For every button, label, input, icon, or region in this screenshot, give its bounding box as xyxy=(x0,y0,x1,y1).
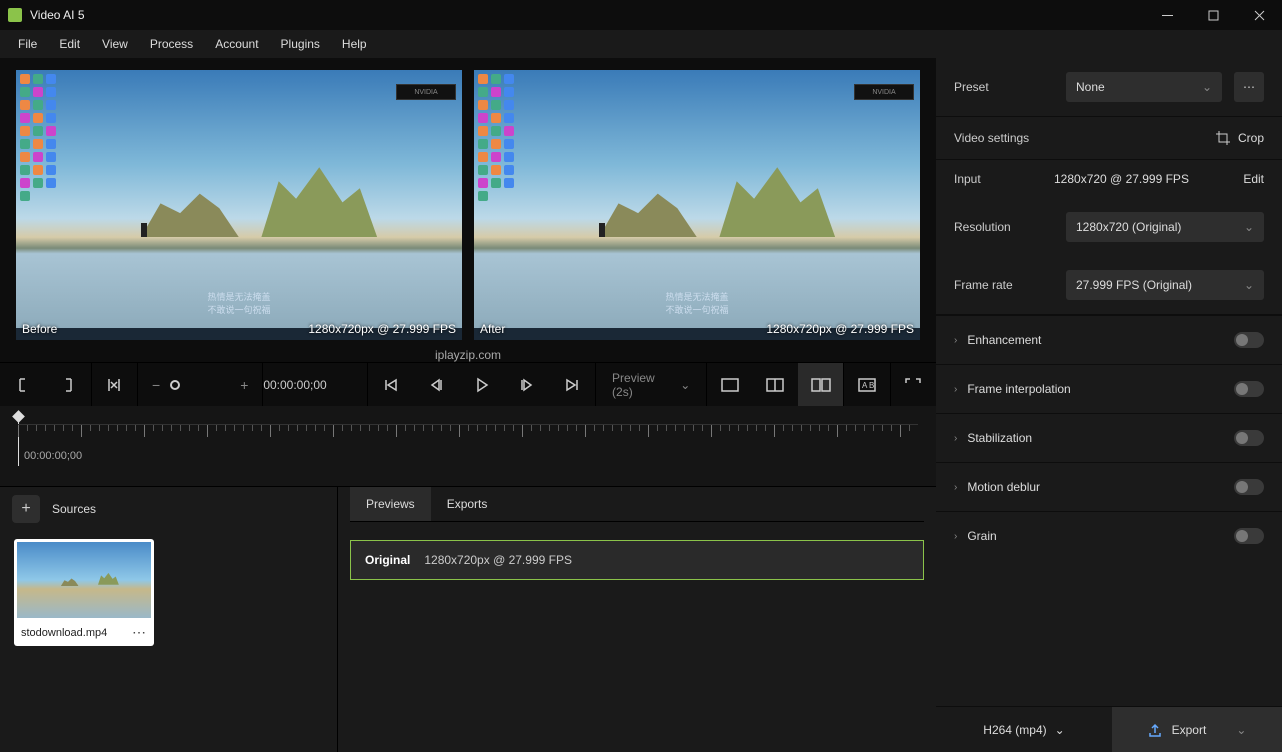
chevron-right-icon: › xyxy=(954,335,957,346)
step-back-button[interactable] xyxy=(414,363,459,407)
after-pane[interactable]: 热情是无法掩盖不敢说一句祝福 NVIDIA After 1280x720px @… xyxy=(474,70,920,340)
mark-out-button[interactable] xyxy=(45,363,90,407)
settings-sidebar: Preset None⌄ ⋯ Video settings Crop Input… xyxy=(936,58,1282,752)
menu-help[interactable]: Help xyxy=(332,33,377,55)
timeline[interactable]: 00:00:00;00 xyxy=(0,406,936,486)
view-split-button[interactable] xyxy=(753,363,798,407)
sources-title: Sources xyxy=(52,502,96,516)
acc-frame-interpolation[interactable]: ›Frame interpolation xyxy=(936,364,1282,413)
close-button[interactable] xyxy=(1236,0,1282,30)
menu-account[interactable]: Account xyxy=(205,33,268,55)
preview-area: 热情是无法掩盖不敢说一句祝福 NVIDIA Before 1280x720px … xyxy=(0,58,936,346)
framerate-label: Frame rate xyxy=(954,278,1054,292)
zoom-in-icon[interactable]: + xyxy=(240,377,248,393)
fullscreen-button[interactable] xyxy=(891,363,936,407)
svg-text:B: B xyxy=(869,381,874,390)
zoom-out-icon[interactable]: − xyxy=(152,377,160,393)
format-select[interactable]: H264 (mp4)⌄ xyxy=(936,707,1112,752)
preview-row-original[interactable]: Original 1280x720px @ 27.999 FPS xyxy=(350,540,924,580)
timeline-ruler[interactable] xyxy=(18,424,918,446)
source-item[interactable]: stodownload.mp4 ⋯ xyxy=(14,539,154,646)
input-label: Input xyxy=(954,172,1054,186)
goto-start-button[interactable] xyxy=(368,363,413,407)
tab-exports[interactable]: Exports xyxy=(431,487,504,521)
before-label: Before xyxy=(22,322,57,336)
timeline-time: 00:00:00;00 xyxy=(24,450,82,462)
grain-toggle[interactable] xyxy=(1234,528,1264,544)
goto-end-button[interactable] xyxy=(550,363,595,407)
resolution-select[interactable]: 1280x720 (Original)⌄ xyxy=(1066,212,1264,242)
zoom-control[interactable]: − + xyxy=(138,377,262,393)
mark-in-button[interactable] xyxy=(0,363,45,407)
source-more-icon[interactable]: ⋯ xyxy=(132,624,147,641)
input-edit-button[interactable]: Edit xyxy=(1243,172,1264,186)
add-source-button[interactable]: + xyxy=(12,495,40,523)
clear-marks-button[interactable] xyxy=(92,363,137,407)
view-single-button[interactable] xyxy=(707,363,752,407)
tab-previews[interactable]: Previews xyxy=(350,487,431,521)
chevron-right-icon: › xyxy=(954,384,957,395)
video-settings-label: Video settings xyxy=(954,131,1204,145)
chevron-down-icon: ⌄ xyxy=(1244,220,1254,234)
play-button[interactable] xyxy=(459,363,504,407)
preset-menu-button[interactable]: ⋯ xyxy=(1234,72,1264,102)
after-info: 1280x720px @ 27.999 FPS xyxy=(766,322,914,336)
chevron-right-icon: › xyxy=(954,482,957,493)
acc-grain[interactable]: ›Grain xyxy=(936,511,1282,560)
menu-file[interactable]: File xyxy=(8,33,47,55)
enhancement-toggle[interactable] xyxy=(1234,332,1264,348)
nvidia-badge: NVIDIA xyxy=(854,84,914,100)
chevron-right-icon: › xyxy=(954,531,957,542)
menu-view[interactable]: View xyxy=(92,33,138,55)
app-title: Video AI 5 xyxy=(30,8,1144,22)
title-bar: Video AI 5 xyxy=(0,0,1282,30)
nvidia-badge: NVIDIA xyxy=(396,84,456,100)
app-logo-icon xyxy=(8,8,22,22)
watermark-text: iplayzip.com xyxy=(0,346,936,362)
menu-process[interactable]: Process xyxy=(140,33,203,55)
chevron-down-icon: ⌄ xyxy=(1244,278,1254,292)
after-label: After xyxy=(480,322,505,336)
maximize-button[interactable] xyxy=(1190,0,1236,30)
before-info: 1280x720px @ 27.999 FPS xyxy=(308,322,456,336)
preset-label: Preset xyxy=(954,80,1054,94)
chevron-right-icon: › xyxy=(954,433,957,444)
step-forward-button[interactable] xyxy=(504,363,549,407)
stabilization-toggle[interactable] xyxy=(1234,430,1264,446)
menu-plugins[interactable]: Plugins xyxy=(271,33,330,55)
acc-motion-deblur[interactable]: ›Motion deblur xyxy=(936,462,1282,511)
chevron-down-icon: ⌄ xyxy=(1236,723,1246,737)
menu-edit[interactable]: Edit xyxy=(49,33,90,55)
view-sidebyside-button[interactable] xyxy=(798,363,843,407)
acc-stabilization[interactable]: ›Stabilization xyxy=(936,413,1282,462)
export-button[interactable]: Export ⌄ xyxy=(1112,707,1282,752)
minimize-button[interactable] xyxy=(1144,0,1190,30)
compare-ab-button[interactable]: AB xyxy=(844,363,889,407)
acc-enhancement[interactable]: ›Enhancement xyxy=(936,315,1282,364)
resolution-label: Resolution xyxy=(954,220,1054,234)
chevron-down-icon: ⌄ xyxy=(1055,723,1065,737)
crop-button[interactable]: Crop xyxy=(1216,131,1264,145)
preview-row-info: 1280x720px @ 27.999 FPS xyxy=(424,553,572,567)
previews-exports-panel: Previews Exports Original 1280x720px @ 2… xyxy=(338,487,936,752)
svg-text:A: A xyxy=(862,381,868,390)
sources-panel: + Sources stodownload.mp4 ⋯ xyxy=(0,487,338,752)
chevron-down-icon: ⌄ xyxy=(1202,80,1212,94)
zoom-handle-icon[interactable] xyxy=(170,380,180,390)
framerate-select[interactable]: 27.999 FPS (Original)⌄ xyxy=(1066,270,1264,300)
before-pane[interactable]: 热情是无法掩盖不敢说一句祝福 NVIDIA Before 1280x720px … xyxy=(16,70,462,340)
player-controls: − + 00:00:00;00 Preview (2s) ⌄ AB xyxy=(0,362,936,406)
timecode-display[interactable]: 00:00:00;00 xyxy=(263,378,367,392)
source-filename: stodownload.mp4 xyxy=(21,627,107,639)
preset-select[interactable]: None⌄ xyxy=(1066,72,1222,102)
motion-deblur-toggle[interactable] xyxy=(1234,479,1264,495)
input-value: 1280x720 @ 27.999 FPS xyxy=(1054,172,1243,186)
preview-mode-dropdown[interactable]: Preview (2s) ⌄ xyxy=(596,371,706,399)
preview-row-label: Original xyxy=(365,553,410,567)
menu-bar: File Edit View Process Account Plugins H… xyxy=(0,30,1282,58)
frame-interpolation-toggle[interactable] xyxy=(1234,381,1264,397)
chevron-down-icon: ⌄ xyxy=(680,378,690,392)
